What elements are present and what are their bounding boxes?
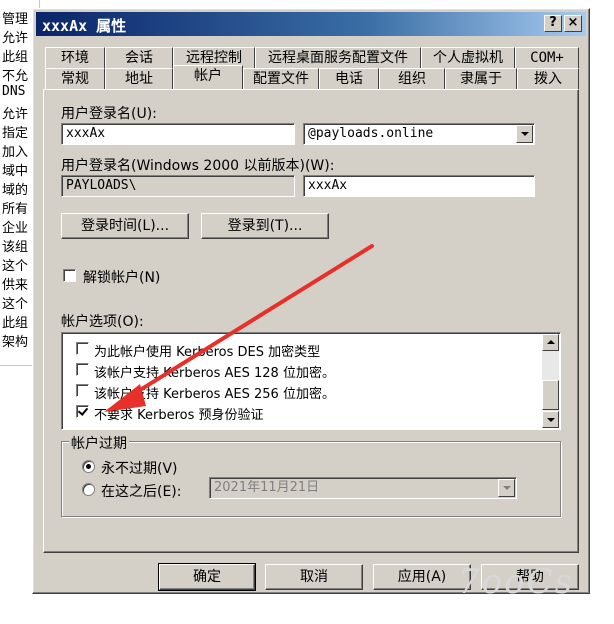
expire-date-value: 2021年11月21日 xyxy=(214,480,320,495)
help-title-button[interactable]: ? xyxy=(544,15,562,32)
bg-text-line: DNS xyxy=(2,84,26,99)
options-scrollbar[interactable] xyxy=(542,334,559,428)
account-expires-title: 帐户过期 xyxy=(69,433,129,453)
account-options-list[interactable]: 为此帐户使用 Kerberos DES 加密类型 该帐户支持 Kerberos … xyxy=(61,332,561,430)
bg-text-line: 供来 xyxy=(2,278,29,293)
tab-dial-in[interactable]: 拨入 xyxy=(517,68,579,89)
close-title-button[interactable]: × xyxy=(564,15,582,32)
end-of-radio[interactable] xyxy=(82,483,95,496)
tab-general[interactable]: 常规 xyxy=(45,68,105,89)
bg-text-line: 这个 xyxy=(2,259,29,274)
tab-personal-vm[interactable]: 个人虚拟机 xyxy=(421,47,515,68)
scroll-up-icon[interactable] xyxy=(542,334,559,351)
pre2000-logon-label: 用户登录名(Windows 2000 以前版本)(W): xyxy=(61,158,335,174)
option-checkbox-aes128[interactable] xyxy=(76,363,89,376)
upn-suffix-select[interactable]: @payloads.online xyxy=(303,123,535,145)
cancel-button[interactable]: 取消 xyxy=(265,564,363,590)
bg-text-line: 企业 xyxy=(2,221,29,236)
tab-organization[interactable]: 组织 xyxy=(379,68,445,89)
end-of-label: 在这之后(E): xyxy=(101,484,182,500)
never-expires-radio[interactable] xyxy=(82,460,95,473)
apply-button[interactable]: 应用(A) xyxy=(373,564,471,590)
bg-text-line: 架构 xyxy=(2,335,29,350)
dialog-title: xxxAx 属性 xyxy=(42,17,127,35)
bg-text-line: 允许 xyxy=(2,31,29,46)
option-checkbox-no-preauth[interactable] xyxy=(76,405,89,418)
tab-address[interactable]: 地址 xyxy=(105,68,173,89)
option-label: 该帐户支持 Kerberos AES 128 位加密。 xyxy=(94,366,335,381)
watermark-logo: 7ooCs xyxy=(458,562,575,602)
option-checkbox-des[interactable] xyxy=(76,342,89,355)
tab-member-of[interactable]: 隶属于 xyxy=(445,68,517,89)
properties-dialog: xxxAx 属性 ? × 环境 会话 远程控制 远程桌面服务配置文件 个人虚拟机… xyxy=(32,8,590,594)
logon-name-input[interactable]: xxxAx xyxy=(61,123,295,145)
unlock-account-label: 解锁帐户(N) xyxy=(83,270,161,286)
account-options-label: 帐户选项(O): xyxy=(61,314,144,330)
tab-profile[interactable]: 配置文件 xyxy=(243,68,319,89)
never-expires-label: 永不过期(V) xyxy=(101,461,178,477)
pre2000-domain-field: PAYLOADS\ xyxy=(61,175,295,197)
bg-text-line: 此组 xyxy=(2,50,29,65)
option-checkbox-aes256[interactable] xyxy=(76,384,89,397)
tab-account[interactable]: 帐户 xyxy=(173,65,243,89)
tab-telephones[interactable]: 电话 xyxy=(319,68,379,89)
bg-text-line: 此组 xyxy=(2,316,29,331)
calendar-dropdown-icon xyxy=(498,479,515,497)
scrollbar-thumb[interactable] xyxy=(542,380,559,410)
bg-text-line: 这个 xyxy=(2,297,29,312)
tab-rds-profile[interactable]: 远程桌面服务配置文件 xyxy=(255,47,421,68)
bg-text-line: 管理 xyxy=(2,12,29,27)
tab-environment[interactable]: 环境 xyxy=(45,47,105,68)
bg-text-line: 域中 xyxy=(2,164,29,179)
bg-text-line: 该组 xyxy=(2,240,29,255)
logon-to-button[interactable]: 登录到(T)... xyxy=(201,213,329,239)
pre2000-name-input[interactable]: xxxAx xyxy=(303,175,535,197)
bg-text-line: 允许 xyxy=(2,107,29,122)
expire-date-picker: 2021年11月21日 xyxy=(209,477,517,499)
option-label: 该帐户支持 Kerberos AES 256 位加密。 xyxy=(94,387,335,402)
bg-text-line: 指定 xyxy=(2,126,29,141)
bg-text-line: 域的 xyxy=(2,183,29,198)
unlock-account-checkbox[interactable] xyxy=(63,269,76,282)
ok-button[interactable]: 确定 xyxy=(158,563,256,591)
bg-text-line: 所有 xyxy=(2,202,29,217)
logon-hours-button[interactable]: 登录时间(L)... xyxy=(61,213,189,239)
scroll-down-icon[interactable] xyxy=(542,411,559,428)
title-bar[interactable]: xxxAx 属性 ? × xyxy=(36,12,586,36)
option-label: 不要求 Kerberos 预身份验证 xyxy=(94,408,264,423)
logon-name-label: 用户登录名(U): xyxy=(61,106,157,122)
bg-text-line: 不允 xyxy=(2,69,29,84)
tab-sessions[interactable]: 会话 xyxy=(105,47,173,68)
tab-com-plus[interactable]: COM+ xyxy=(515,47,579,68)
chevron-down-icon[interactable] xyxy=(516,125,533,143)
option-label: 为此帐户使用 Kerberos DES 加密类型 xyxy=(94,345,321,360)
bg-text-line: 加入 xyxy=(2,145,29,160)
upn-suffix-value: @payloads.online xyxy=(308,126,434,141)
